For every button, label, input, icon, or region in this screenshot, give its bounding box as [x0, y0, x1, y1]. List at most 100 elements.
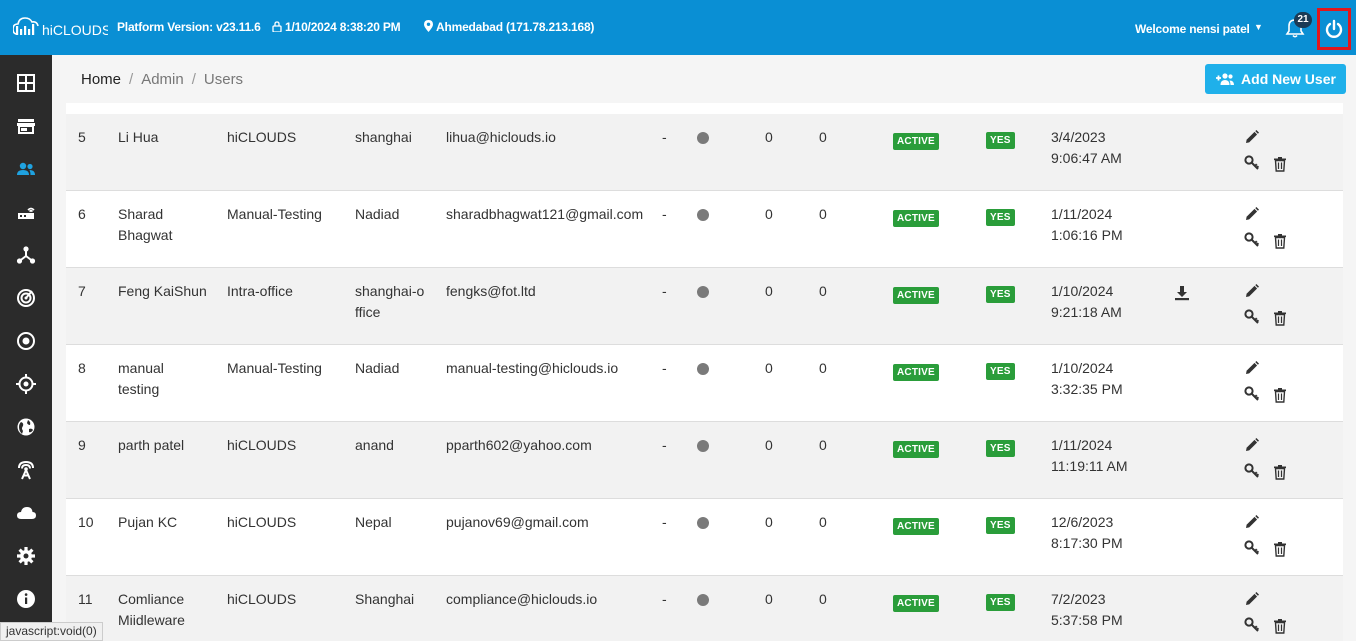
last-login-date-text: 1/10/2024 [1051, 283, 1114, 299]
add-user-icon [1216, 73, 1235, 85]
user-email: manual-testing@hiclouds.io [446, 360, 619, 376]
last-login-date: 12/6/2023 8:17:30 PM [1051, 512, 1123, 554]
location-text: Ahmedabad (171.78.213.168) [436, 20, 595, 34]
user-count-1: 0 [765, 206, 773, 222]
edit-pencil-icon[interactable] [1244, 360, 1260, 376]
yes-badge: YES [986, 440, 1015, 457]
online-status-dot [697, 209, 709, 221]
users-table: 5 Li Hua hiCLOUDS shanghai lihua@hicloud… [66, 103, 1343, 641]
trash-icon[interactable] [1272, 464, 1288, 480]
sidebar-item-router[interactable] [0, 190, 52, 233]
edit-pencil-icon[interactable] [1244, 437, 1260, 453]
sidebar-item-wireless[interactable] [0, 448, 52, 491]
sidebar-item-target[interactable] [0, 319, 52, 362]
edit-pencil-icon[interactable] [1244, 591, 1260, 607]
chevron-down-icon[interactable]: ▼ [1254, 22, 1263, 32]
breadcrumb-home[interactable]: Home [81, 71, 121, 88]
online-status-dot [697, 440, 709, 452]
info-icon [17, 589, 35, 608]
trash-icon[interactable] [1272, 310, 1288, 326]
user-count-2: 0 [819, 514, 827, 530]
user-number: 5 [78, 129, 86, 145]
breadcrumb-separator: / [129, 71, 134, 88]
status-badge: ACTIVE [893, 595, 939, 612]
table-row: 9 parth patel hiCLOUDS anand pparth602@y… [66, 422, 1343, 499]
sidebar-item-store[interactable] [0, 104, 52, 147]
hiclouds-logo[interactable]: hiCLOUDS [13, 12, 108, 42]
status-badge: ACTIVE [893, 518, 939, 535]
user-dash: - [662, 437, 667, 453]
target-circle-icon [17, 331, 35, 350]
edit-pencil-icon[interactable] [1244, 283, 1260, 299]
sidebar-item-users[interactable] [0, 147, 52, 190]
user-group: hiCLOUDS [227, 591, 297, 607]
key-icon[interactable] [1244, 540, 1260, 556]
edit-pencil-icon[interactable] [1244, 129, 1260, 145]
trash-icon[interactable] [1272, 618, 1288, 634]
user-group: hiCLOUDS [227, 129, 297, 145]
user-location: Shanghai [355, 591, 415, 607]
online-status-dot [697, 517, 709, 529]
trash-icon[interactable] [1272, 233, 1288, 249]
user-location: anand [355, 437, 394, 453]
status-badge: ACTIVE [893, 210, 939, 227]
online-status-dot [697, 286, 709, 298]
user-count-1: 0 [765, 129, 773, 145]
user-menu-toggle[interactable]: Welcome nensi patel [1135, 22, 1250, 36]
last-login-date-text: 7/2/2023 [1051, 591, 1106, 607]
status-badge: ACTIVE [893, 364, 939, 381]
status-badge: ACTIVE [893, 133, 939, 150]
trash-icon[interactable] [1272, 387, 1288, 403]
user-email: compliance@hiclouds.io [446, 591, 598, 607]
sidebar-item-radar[interactable] [0, 276, 52, 319]
breadcrumb-admin[interactable]: Admin [141, 71, 184, 88]
last-login-date: 1/11/2024 1:06:16 PM [1051, 204, 1123, 246]
sidebar-item-globe[interactable] [0, 405, 52, 448]
key-icon[interactable] [1244, 617, 1260, 633]
user-name: Pujan KC [118, 514, 178, 530]
table-row: 11 Comliance Miidleware hiCLOUDS Shangha… [66, 576, 1343, 641]
table-row: 10 Pujan KC hiCLOUDS Nepal pujanov69@gma… [66, 499, 1343, 576]
gear-icon [17, 546, 35, 565]
user-dash: - [662, 206, 667, 222]
router-icon [18, 207, 35, 219]
trash-icon[interactable] [1272, 156, 1288, 172]
key-icon[interactable] [1244, 232, 1260, 248]
last-login-time-text: 11:19:11 AM [1051, 458, 1128, 474]
table-row: 8 manual testing Manual-Testing Nadiad m… [66, 345, 1343, 422]
users-icon [17, 162, 35, 175]
user-location: Nepal [355, 514, 392, 530]
key-icon[interactable] [1244, 309, 1260, 325]
sidebar-item-info[interactable] [0, 577, 52, 620]
online-status-dot [697, 132, 709, 144]
key-icon[interactable] [1244, 463, 1260, 479]
last-login-date: 1/10/2024 9:21:18 AM [1051, 281, 1122, 323]
add-new-user-button[interactable]: Add New User [1205, 64, 1346, 94]
sidebar-item-network[interactable] [0, 233, 52, 276]
key-icon[interactable] [1244, 155, 1260, 171]
status-badge: ACTIVE [893, 287, 939, 304]
trash-icon[interactable] [1272, 541, 1288, 557]
last-login-date: 1/10/2024 3:32:35 PM [1051, 358, 1123, 400]
user-email: lihua@hiclouds.io [446, 129, 556, 145]
key-icon[interactable] [1244, 386, 1260, 402]
user-email: sharadbhagwat121@gmail.com [446, 206, 644, 222]
edit-pencil-icon[interactable] [1244, 514, 1260, 530]
last-login-time-text: 9:21:18 AM [1051, 304, 1122, 320]
user-name: manual testing [118, 360, 164, 397]
user-number: 6 [78, 206, 86, 222]
table-row: 6 Sharad Bhagwat Manual-Testing Nadiad s… [66, 191, 1343, 268]
sidebar-item-crosshair[interactable] [0, 362, 52, 405]
top-navbar: hiCLOUDS Platform Version: v23.11.6 1/10… [0, 0, 1356, 55]
sidebar-item-cloud[interactable] [0, 491, 52, 534]
sidebar-item-settings[interactable] [0, 534, 52, 577]
sidebar [0, 55, 52, 641]
user-count-2: 0 [819, 206, 827, 222]
download-icon[interactable] [1174, 285, 1190, 301]
sidebar-item-dashboard[interactable] [0, 61, 52, 104]
user-count-2: 0 [819, 591, 827, 607]
edit-pencil-icon[interactable] [1244, 206, 1260, 222]
logout-button[interactable] [1317, 8, 1351, 50]
user-count-2: 0 [819, 129, 827, 145]
user-number: 11 [78, 591, 93, 607]
